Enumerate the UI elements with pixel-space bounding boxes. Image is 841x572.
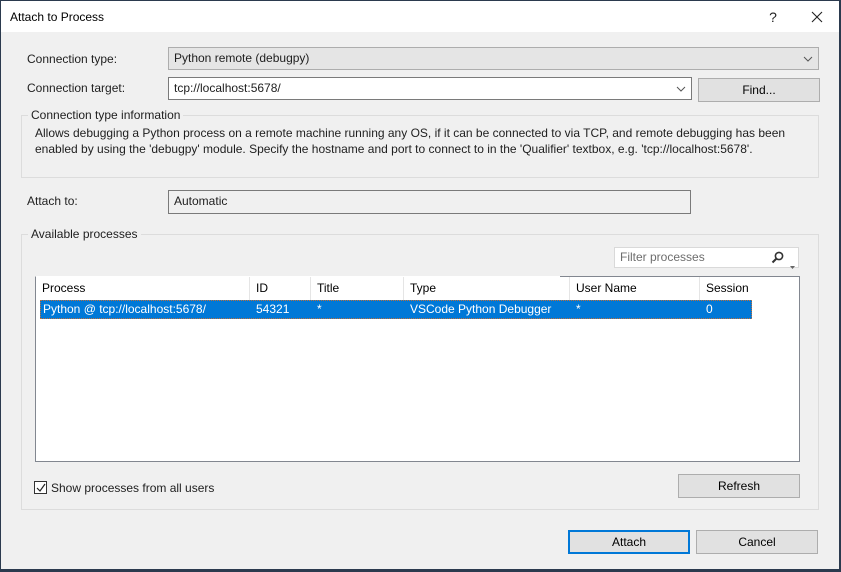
cell-session: 0	[706, 302, 713, 316]
cell-user-name: *	[576, 302, 581, 316]
show-all-users-label: Show processes from all users	[51, 481, 215, 495]
show-all-users-checkbox[interactable]	[34, 481, 47, 494]
dropdown-arrow-icon[interactable]	[790, 256, 795, 275]
chevron-down-icon	[802, 48, 814, 69]
column-header-id[interactable]: ID	[250, 277, 311, 300]
column-header-process[interactable]: Process	[36, 277, 250, 300]
refresh-button[interactable]: Refresh	[678, 474, 800, 498]
column-header-user-name[interactable]: User Name	[570, 277, 700, 300]
column-header-title[interactable]: Title	[311, 277, 404, 300]
attach-to-label: Attach to:	[27, 194, 78, 208]
close-icon	[811, 11, 823, 23]
window-title: Attach to Process	[10, 10, 105, 24]
cancel-button[interactable]: Cancel	[696, 530, 818, 554]
title-bar: Attach to Process ?	[1, 1, 839, 32]
attach-to-field[interactable]: Automatic	[168, 190, 691, 214]
cell-id: 54321	[256, 302, 290, 316]
cell-title: *	[317, 302, 322, 316]
connection-target-label: Connection target:	[27, 81, 126, 95]
column-header-type[interactable]: Type	[404, 277, 570, 300]
table-row[interactable]: Python @ tcp://localhost:5678/ 54321 * V…	[40, 300, 752, 319]
column-header-session[interactable]: Session	[700, 277, 752, 300]
attach-button[interactable]: Attach	[568, 530, 690, 554]
chevron-down-icon[interactable]	[675, 78, 687, 99]
search-icon[interactable]	[771, 251, 784, 270]
filter-placeholder: Filter processes	[620, 250, 705, 264]
connection-info-group-label: Connection type information	[28, 108, 184, 122]
connection-target-combobox[interactable]: tcp://localhost:5678/	[168, 77, 692, 100]
available-processes-group-label: Available processes	[28, 227, 141, 241]
list-border	[560, 276, 800, 277]
connection-type-combobox[interactable]: Python remote (debugpy)	[168, 47, 819, 70]
attach-to-process-dialog: Attach to Process ? Connection type: Pyt…	[1, 1, 839, 569]
connection-info-text: Allows debugging a Python process on a r…	[35, 126, 786, 156]
help-button[interactable]: ?	[759, 5, 787, 29]
filter-processes-input[interactable]: Filter processes	[614, 247, 799, 270]
process-list[interactable]: Process ID Title Type User Name Session …	[35, 276, 800, 462]
cell-type: VSCode Python Debugger	[410, 302, 552, 316]
close-button[interactable]	[803, 5, 831, 29]
attach-to-value: Automatic	[174, 194, 228, 208]
connection-type-label: Connection type:	[27, 52, 118, 66]
connection-target-value: tcp://localhost:5678/	[174, 81, 281, 95]
cell-process: Python @ tcp://localhost:5678/	[43, 302, 206, 316]
find-button[interactable]: Find...	[698, 78, 820, 102]
connection-type-value: Python remote (debugpy)	[174, 51, 310, 65]
checkmark-icon	[36, 483, 46, 492]
process-list-header: Process ID Title Type User Name Session	[36, 277, 752, 300]
